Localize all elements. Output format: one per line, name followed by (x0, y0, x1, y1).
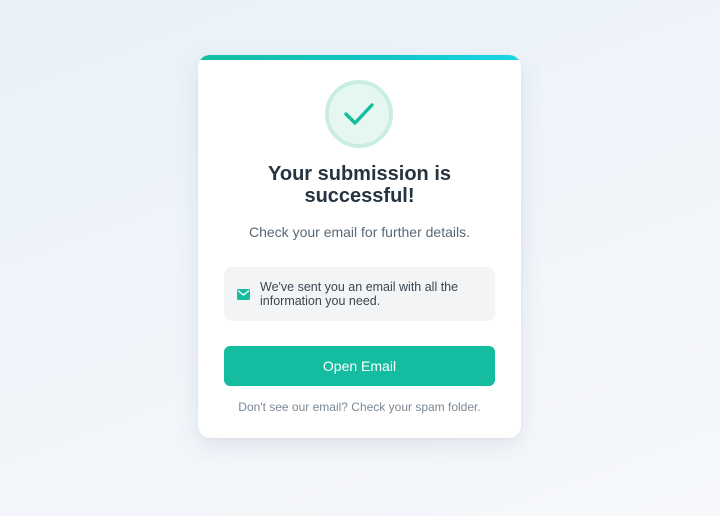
success-badge (325, 80, 393, 148)
card-accent-bar (198, 55, 521, 60)
success-subtitle: Check your email for further details. (249, 224, 470, 240)
spam-folder-hint: Don't see our email? Check your spam fol… (238, 400, 481, 414)
success-card: Your submission is successful! Check you… (198, 55, 521, 438)
open-email-button[interactable]: Open Email (224, 346, 495, 386)
success-title: Your submission is successful! (268, 163, 451, 207)
email-notice: We've sent you an email with all the inf… (224, 267, 495, 321)
checkmark-icon (344, 103, 374, 125)
email-notice-text: We've sent you an email with all the inf… (260, 280, 459, 308)
mail-icon (237, 288, 250, 300)
